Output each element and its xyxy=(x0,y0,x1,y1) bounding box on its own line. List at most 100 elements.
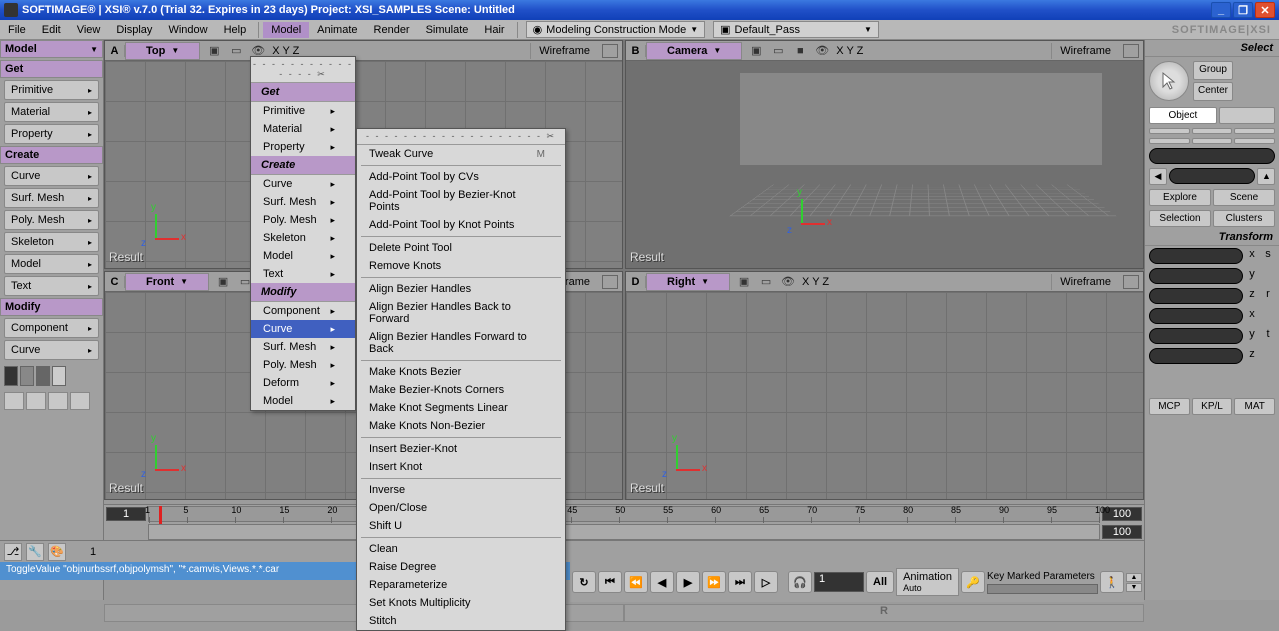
submenu-item[interactable]: Delete Point Tool xyxy=(357,239,565,257)
sy-field[interactable] xyxy=(1149,268,1243,284)
selection-button[interactable]: Selection xyxy=(1149,210,1211,227)
next-key-icon[interactable]: ⏩ xyxy=(702,571,726,593)
menu-render[interactable]: Render xyxy=(366,22,418,38)
construction-mode-dropdown[interactable]: ◉ Modeling Construction Mode ▼ xyxy=(526,21,706,38)
submenu-item[interactable]: Make Knots Non-Bezier xyxy=(357,417,565,435)
record-icon[interactable]: ▭ xyxy=(758,275,774,289)
submenu-item[interactable]: Make Knots Bezier xyxy=(357,363,565,381)
swatch-mid[interactable] xyxy=(20,366,34,386)
dm-text[interactable]: Text▸ xyxy=(251,265,355,283)
btn-component[interactable]: Component▸ xyxy=(4,318,99,338)
menu-window[interactable]: Window xyxy=(160,22,215,38)
tool-icon-4[interactable] xyxy=(70,392,90,410)
loop-icon[interactable]: ↻ xyxy=(572,571,596,593)
dm-material[interactable]: Material▸ xyxy=(251,120,355,138)
submenu-item[interactable]: Add-Point Tool by Bezier-Knot Points xyxy=(357,186,565,216)
vp-letter-a[interactable]: A xyxy=(105,45,125,57)
rx-field[interactable] xyxy=(1149,308,1243,324)
maximize-button[interactable]: ❐ xyxy=(1233,2,1253,18)
r-region[interactable]: R xyxy=(624,604,1144,622)
menu-file[interactable]: File xyxy=(0,22,34,38)
xyz-label[interactable]: X Y Z xyxy=(836,45,863,57)
sel-btn-4[interactable] xyxy=(1149,138,1190,144)
section-modify[interactable]: Modify xyxy=(0,298,103,316)
vp-mode-b[interactable]: Wireframe xyxy=(1051,43,1119,59)
scene-button[interactable]: Scene xyxy=(1213,189,1275,206)
dm-model[interactable]: Model▸ xyxy=(251,247,355,265)
submenu-item[interactable]: Add-Point Tool by CVs xyxy=(357,168,565,186)
all-button[interactable]: All xyxy=(866,571,894,593)
swatch-dark[interactable] xyxy=(4,366,18,386)
close-button[interactable]: ✕ xyxy=(1255,2,1275,18)
group-button[interactable]: Group xyxy=(1193,61,1233,80)
prev-icon[interactable]: ◀ xyxy=(1149,168,1167,185)
submenu-item[interactable]: Raise Degree xyxy=(357,558,565,576)
menu-hair[interactable]: Hair xyxy=(476,22,512,38)
submenu-item[interactable]: Set Knots Multiplicity xyxy=(357,594,565,612)
btn-model[interactable]: Model▸ xyxy=(4,254,99,274)
maximize-vp-icon[interactable] xyxy=(602,275,618,289)
submenu-item[interactable]: Tweak CurveM xyxy=(357,145,565,163)
camera-icon[interactable]: ▣ xyxy=(215,275,231,289)
submenu-item[interactable]: Insert Knot xyxy=(357,458,565,476)
submenu-item[interactable]: Clean xyxy=(357,540,565,558)
sel-btn-2[interactable] xyxy=(1192,128,1233,134)
maximize-vp-icon[interactable] xyxy=(1123,275,1139,289)
center-button[interactable]: Center xyxy=(1193,82,1233,101)
key-track[interactable] xyxy=(987,584,1098,594)
eye-icon[interactable]: 👁 xyxy=(814,44,830,58)
prev-frame-icon[interactable]: ◀ xyxy=(650,571,674,593)
rz-field[interactable] xyxy=(1149,348,1243,364)
maximize-vp-icon[interactable] xyxy=(602,44,618,58)
btn-primitive[interactable]: Primitive▸ xyxy=(4,80,99,100)
dm-polymesh[interactable]: Poly. Mesh▸ xyxy=(251,211,355,229)
submenu-item[interactable]: Align Bezier Handles Back to Forward xyxy=(357,298,565,328)
kpl-button[interactable]: KP/L xyxy=(1192,398,1233,415)
vp-name-top[interactable]: Top▼ xyxy=(125,42,200,60)
timeline[interactable]: 1 15101520253035404550556065707580859095… xyxy=(104,504,1144,540)
prev-key-icon[interactable]: ⏪ xyxy=(624,571,648,593)
btn-property[interactable]: Property▸ xyxy=(4,124,99,144)
left-panel-header[interactable]: Model▼ xyxy=(0,40,103,58)
btn-text[interactable]: Text▸ xyxy=(4,276,99,296)
xyz-label[interactable]: X Y Z xyxy=(272,45,299,57)
submenu-item[interactable]: Insert Bezier-Knot xyxy=(357,440,565,458)
submenu-item[interactable]: Make Knot Segments Linear xyxy=(357,399,565,417)
key-icon[interactable]: 🔑 xyxy=(961,571,985,593)
sx-field[interactable] xyxy=(1149,248,1243,264)
wrench-icon[interactable]: 🔧 xyxy=(26,543,44,561)
object-button[interactable]: Object xyxy=(1149,107,1217,124)
dm-mod-polymesh[interactable]: Poly. Mesh▸ xyxy=(251,356,355,374)
submenu-item[interactable]: Add-Point Tool by Knot Points xyxy=(357,216,565,234)
vp-name-camera[interactable]: Camera▼ xyxy=(646,42,742,60)
end-frame2[interactable]: 100 xyxy=(1102,525,1142,539)
start-frame[interactable]: 1 xyxy=(106,507,146,521)
camera-icon[interactable]: ▣ xyxy=(736,275,752,289)
vp-mode-d[interactable]: Wireframe xyxy=(1051,274,1119,290)
mcp-button[interactable]: MCP xyxy=(1149,398,1190,415)
swatch-mid2[interactable] xyxy=(36,366,50,386)
dm-modify-curve[interactable]: Curve▸ xyxy=(251,320,355,338)
dm-mod-surfmesh[interactable]: Surf. Mesh▸ xyxy=(251,338,355,356)
menu-edit[interactable]: Edit xyxy=(34,22,69,38)
palette-icon[interactable]: 🎨 xyxy=(48,543,66,561)
dm-component[interactable]: Component▸ xyxy=(251,302,355,320)
dm-property[interactable]: Property▸ xyxy=(251,138,355,156)
dm-deform[interactable]: Deform▸ xyxy=(251,374,355,392)
timeline-track[interactable]: 1510152025303540455055606570758085909510… xyxy=(148,506,1100,522)
btn-modify-curve[interactable]: Curve▸ xyxy=(4,340,99,360)
cursor-tool-icon[interactable] xyxy=(1149,61,1189,101)
first-frame-icon[interactable]: ⏮ xyxy=(598,571,622,593)
menu-help[interactable]: Help xyxy=(216,22,255,38)
next-frame-icon[interactable]: ▶ xyxy=(676,571,700,593)
submenu-item[interactable]: Align Bezier Handles xyxy=(357,280,565,298)
video-icon[interactable]: ■ xyxy=(792,44,808,58)
clusters-button[interactable]: Clusters xyxy=(1213,210,1275,227)
dm-skeleton[interactable]: Skeleton▸ xyxy=(251,229,355,247)
vp-letter-c[interactable]: C xyxy=(105,276,125,288)
viewport-d[interactable]: D Right▼ ▣ ▭ 👁 X Y Z Wireframe y x z Res… xyxy=(625,271,1144,500)
submenu-item[interactable]: Shift U xyxy=(357,517,565,535)
section-get[interactable]: Get xyxy=(0,60,103,78)
maximize-vp-icon[interactable] xyxy=(1123,44,1139,58)
audio-icon[interactable]: 🎧 xyxy=(788,571,812,593)
